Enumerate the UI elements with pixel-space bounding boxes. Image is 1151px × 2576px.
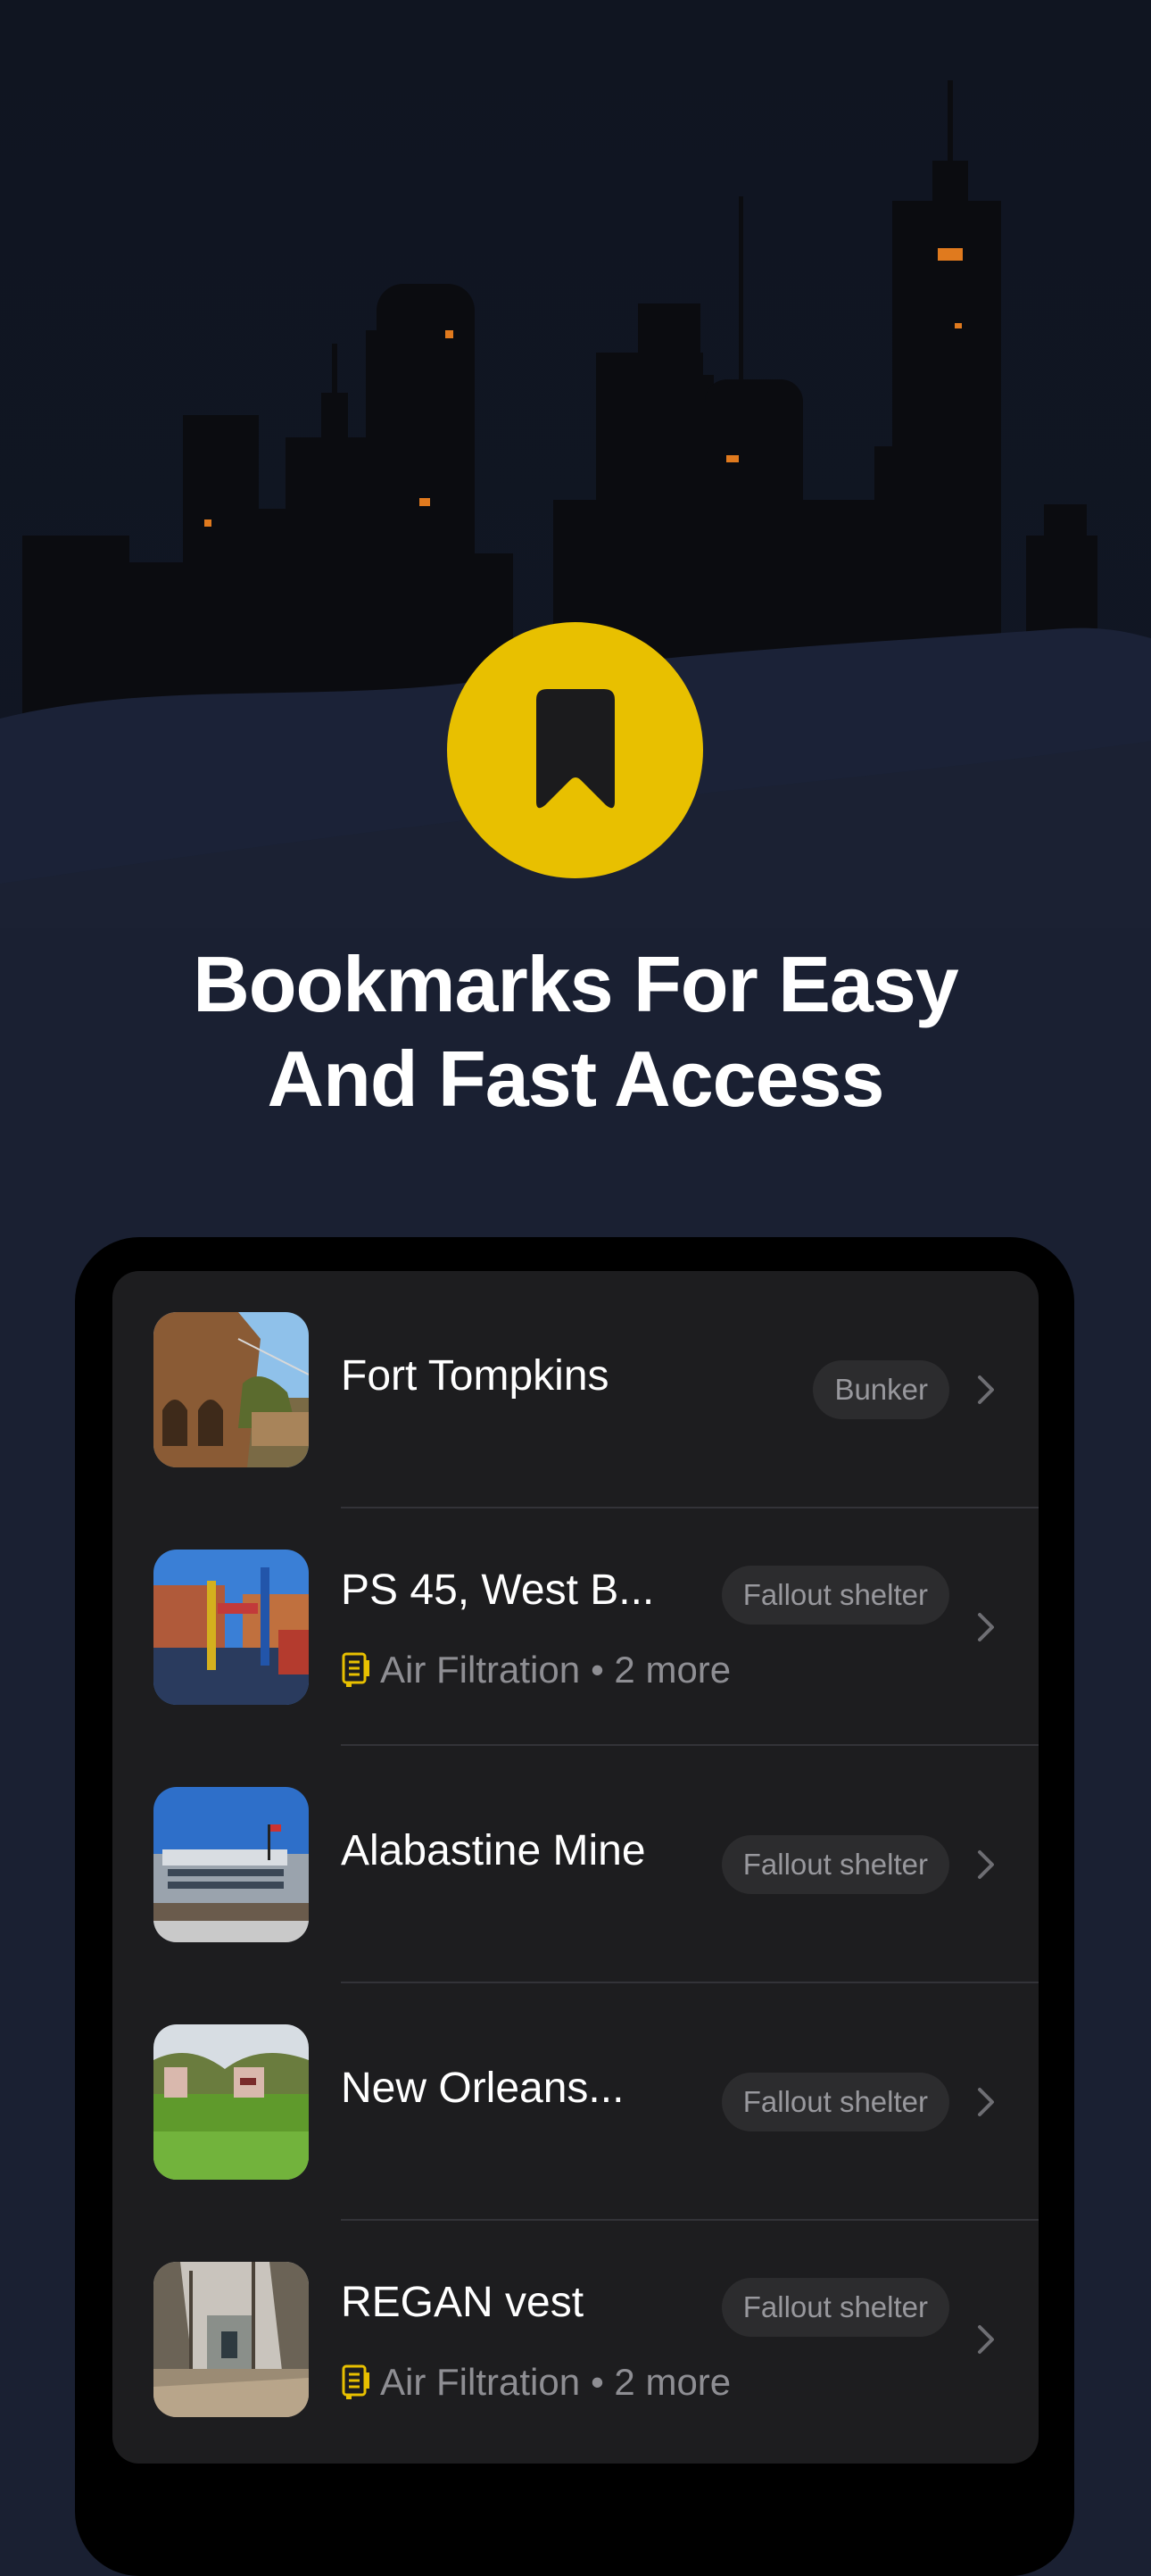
list-item[interactable]: New Orleans... Fallout shelter	[112, 1983, 1039, 2221]
more-features-count: • 2 more	[591, 1649, 732, 1691]
feature-label: Air Filtration	[380, 1649, 581, 1691]
more-features-count: • 2 more	[591, 2361, 732, 2403]
thumbnail-building-photo	[153, 1787, 309, 1942]
list-item[interactable]: Alabastine Mine Fallout shelter	[112, 1746, 1039, 1983]
bookmark-title: PS 45, West B...	[341, 1566, 655, 1614]
chevron-right-icon	[974, 1609, 998, 1645]
bookmark-icon	[535, 688, 615, 808]
features-line: Air Filtration • 2 more	[341, 1649, 731, 1691]
features-line: Air Filtration • 2 more	[341, 2361, 731, 2404]
bookmark-title: New Orleans...	[341, 2065, 625, 2112]
category-chip: Fallout shelter	[721, 2278, 949, 2337]
list-item[interactable]: Fort Tompkins Bunker	[112, 1271, 1039, 1508]
chevron-right-icon	[974, 2084, 998, 2120]
category-chip: Bunker	[813, 1360, 949, 1419]
list-item[interactable]: PS 45, West B... Fallout shelter Air Fil…	[112, 1508, 1039, 1746]
chevron-right-icon	[974, 2322, 998, 2357]
list-item[interactable]: REGAN vest Fallout shelter Air Filtratio…	[112, 2221, 1039, 2458]
chevron-right-icon	[974, 1847, 998, 1882]
page-headline: Bookmarks For Easy And Fast Access	[0, 937, 1151, 1126]
thumbnail-playground-photo	[153, 1550, 309, 1705]
thumbnail-fort-photo	[153, 1312, 309, 1467]
category-chip: Fallout shelter	[721, 1835, 949, 1894]
bookmark-title: Fort Tompkins	[341, 1352, 609, 1400]
thumbnail-forest-bunker-photo	[153, 2262, 309, 2417]
chevron-right-icon	[974, 1372, 998, 1408]
headline-line-2: And Fast Access	[267, 1035, 885, 1123]
air-filter-icon	[341, 2364, 371, 2401]
bookmark-title: REGAN vest	[341, 2279, 584, 2326]
feature-label: Air Filtration	[380, 2361, 581, 2403]
category-chip: Fallout shelter	[721, 1566, 949, 1625]
air-filter-icon	[341, 1651, 371, 1689]
bookmark-badge	[447, 622, 703, 878]
bookmarks-list: Fort Tompkins Bunker PS 45, West B... Fa…	[112, 1271, 1039, 2464]
headline-line-1: Bookmarks For Easy	[193, 940, 959, 1028]
bookmark-title: Alabastine Mine	[341, 1827, 646, 1874]
category-chip: Fallout shelter	[721, 2073, 949, 2131]
thumbnail-field-photo	[153, 2024, 309, 2180]
